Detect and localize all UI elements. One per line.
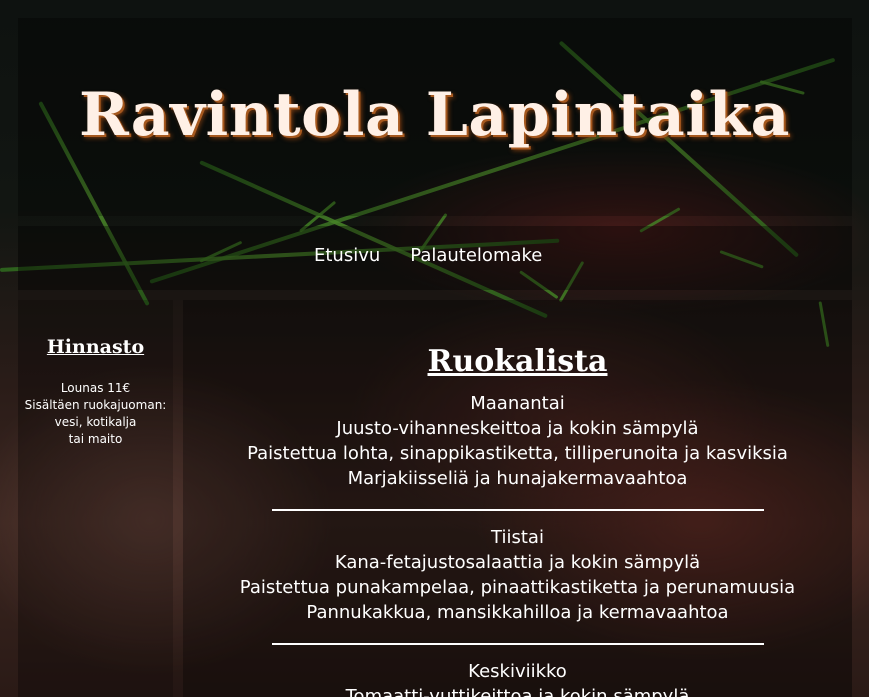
day-name: Maanantai (470, 393, 565, 414)
dish: Marjakiisseliä ja hunajakermavaahtoa (347, 468, 688, 489)
menu-day: Keskiviikko Tomaatti-vuttikeittoa ja kok… (183, 659, 852, 697)
day-name: Tiistai (491, 527, 544, 548)
price-sidebar: Hinnasto Lounas 11€ Sisältäen ruokajuoma… (18, 300, 173, 697)
nav-link-etusivu[interactable]: Etusivu (314, 245, 380, 266)
dish: Paistettua punakampelaa, pinaattikastike… (239, 577, 796, 598)
dish: Tomaatti-vuttikeittoa ja kokin sämpylä (345, 686, 690, 697)
day-name: Keskiviikko (468, 661, 567, 682)
sidebar-heading: Hinnasto (46, 336, 145, 358)
dish: Kana-fetajustosalaattia ja kokin sämpylä (334, 552, 701, 573)
menu-day: Tiistai Kana-fetajustosalaattia ja kokin… (183, 525, 852, 625)
day-divider (271, 643, 764, 645)
day-divider (271, 509, 764, 511)
menu-title: Ruokalista (427, 344, 608, 379)
price-line: vesi, kotikalja (54, 415, 137, 429)
main-nav: Etusivu Palautelomake (314, 245, 542, 266)
dish: Pannukakkua, mansikkahilloa ja kermavaah… (306, 602, 729, 623)
menu-day: Maanantai Juusto-vihanneskeittoa ja koki… (183, 391, 852, 491)
menu-section: Ruokalista Maanantai Juusto-vihanneskeit… (183, 300, 852, 697)
price-line: tai maito (68, 432, 123, 446)
dish: Paistettua lohta, sinappikastiketta, til… (247, 443, 788, 464)
price-line: Sisältäen ruokajuoman: (24, 398, 167, 412)
price-info: Lounas 11€ Sisältäen ruokajuoman: vesi, … (18, 380, 173, 448)
dish: Juusto-vihanneskeittoa ja kokin sämpylä (336, 418, 699, 439)
nav-link-palautelomake[interactable]: Palautelomake (410, 245, 542, 266)
price-line: Lounas 11€ (60, 381, 131, 395)
site-title: Ravintola Lapintaika (79, 80, 790, 150)
